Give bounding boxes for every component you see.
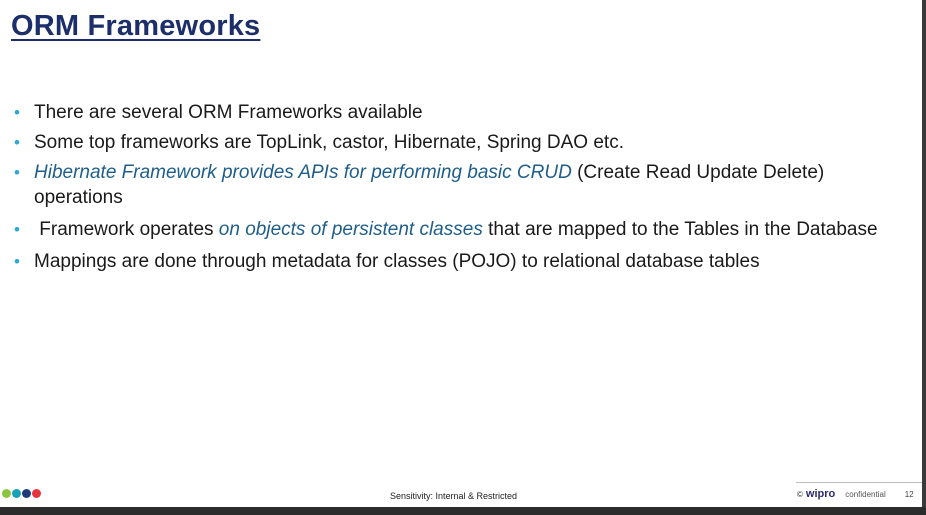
footer-divider — [796, 482, 922, 483]
bullet-list: • There are several ORM Frameworks avail… — [14, 100, 894, 282]
bullet-item: • Hibernate Framework provides APIs for … — [14, 160, 894, 210]
teal-dot-icon — [12, 489, 21, 498]
sensitivity-label: Sensitivity: Internal & Restricted — [390, 491, 518, 501]
confidential-label: confidential — [845, 490, 886, 499]
bullet-icon: • — [14, 163, 20, 182]
bullet-text: Some top frameworks are TopLink, castor,… — [34, 132, 624, 153]
copyright-icon: © — [797, 490, 803, 499]
wipro-logo: wipro — [805, 488, 836, 500]
red-dot-icon — [32, 489, 41, 498]
bullet-icon: • — [14, 252, 20, 271]
window-edge — [922, 0, 926, 507]
green-dot-icon — [2, 489, 11, 498]
bullet-item: • Framework operates on objects of persi… — [14, 217, 894, 242]
bullet-item: • There are several ORM Frameworks avail… — [14, 100, 894, 125]
bottom-bar — [0, 507, 926, 515]
bullet-icon: • — [14, 103, 20, 122]
bullet-emphasis-text: Hibernate Framework provides APIs for pe… — [34, 162, 572, 183]
slide: ORM Frameworks • There are several ORM F… — [0, 0, 922, 507]
bullet-text: Mappings are done through metadata for c… — [34, 251, 760, 272]
bullet-icon: • — [14, 220, 20, 239]
bullet-text: Framework operates — [34, 219, 219, 240]
page-number: 12 — [904, 490, 914, 499]
bullet-emphasis-text: on objects of persistent classes — [218, 219, 483, 240]
bullet-icon: • — [14, 133, 20, 152]
bullet-item: • Some top frameworks are TopLink, casto… — [14, 130, 894, 155]
navy-dot-icon — [22, 489, 31, 498]
brand-dots — [2, 489, 41, 499]
footer-branding: © wipro confidential 12 — [797, 488, 914, 500]
slide-title: ORM Frameworks — [11, 10, 261, 42]
bullet-text: There are several ORM Frameworks availab… — [34, 102, 423, 123]
bullet-item: • Mappings are done through metadata for… — [14, 249, 894, 274]
bullet-text: that are mapped to the Tables in the Dat… — [482, 219, 878, 240]
